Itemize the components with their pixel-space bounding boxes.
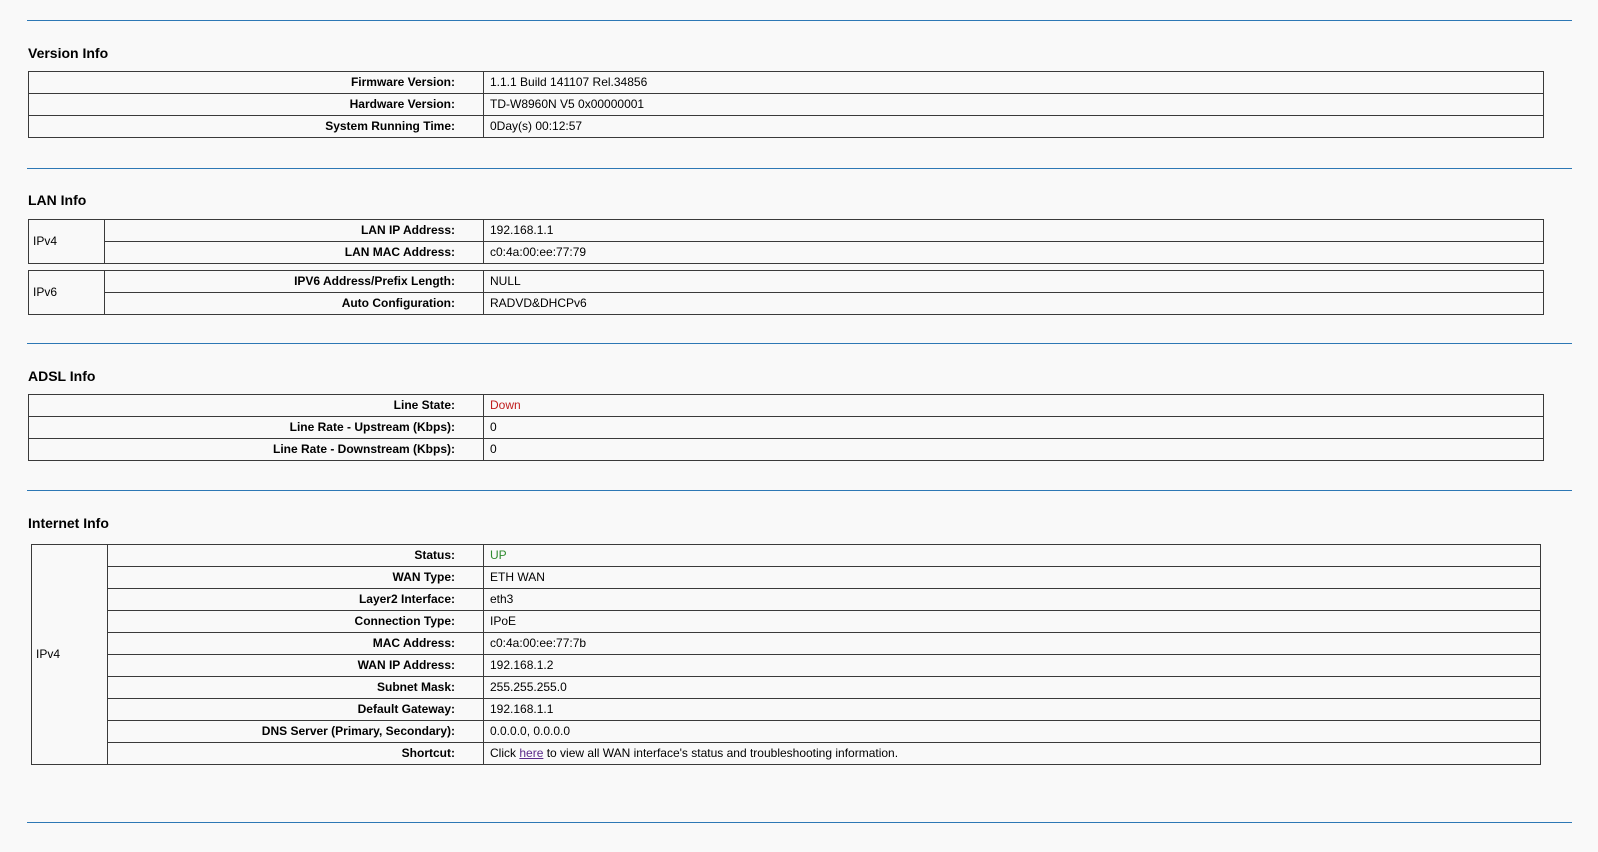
internet-ipv4-group-label: IPv4	[31, 544, 108, 765]
system-running-time-value: 0Day(s) 00:12:57	[483, 115, 1544, 138]
table-row: Firmware Version: 1.1.1 Build 141107 Rel…	[28, 71, 1544, 94]
auto-configuration-value: RADVD&DHCPv6	[483, 292, 1544, 315]
section-divider	[27, 490, 1572, 491]
table-row: System Running Time: 0Day(s) 00:12:57	[28, 115, 1544, 138]
firmware-version-label: Firmware Version:	[28, 71, 484, 94]
status-label: Status:	[107, 544, 484, 567]
shortcut-label: Shortcut:	[107, 742, 484, 765]
dns-server-label: DNS Server (Primary, Secondary):	[107, 720, 484, 743]
section-divider	[27, 20, 1572, 21]
table-row: Line Rate - Upstream (Kbps): 0	[28, 416, 1544, 439]
table-row: Subnet Mask: 255.255.255.0	[32, 676, 1541, 699]
lan-info-title: LAN Info	[28, 192, 87, 208]
table-row: Line State: Down	[28, 394, 1544, 417]
table-row: Line Rate - Downstream (Kbps): 0	[28, 438, 1544, 461]
table-row: IPv4 LAN IP Address: 192.168.1.1	[28, 219, 1544, 264]
subnet-mask-value: 255.255.255.0	[483, 676, 1541, 699]
table-row: Connection Type: IPoE	[32, 610, 1541, 633]
lan-ipv4-group-label: IPv4	[28, 219, 105, 264]
hardware-version-label: Hardware Version:	[28, 93, 484, 116]
lan-ipv6-group-label: IPv6	[28, 270, 105, 315]
dns-server-value: 0.0.0.0, 0.0.0.0	[483, 720, 1541, 743]
section-divider	[27, 343, 1572, 344]
default-gateway-value: 192.168.1.1	[483, 698, 1541, 721]
section-divider	[27, 822, 1572, 823]
table-row: Hardware Version: TD-W8960N V5 0x0000000…	[28, 93, 1544, 116]
default-gateway-label: Default Gateway:	[107, 698, 484, 721]
table-row: IPv4 Status: UP	[31, 544, 1541, 765]
line-rate-downstream-label: Line Rate - Downstream (Kbps):	[28, 438, 484, 461]
line-state-value: Down	[483, 394, 1544, 417]
connection-type-label: Connection Type:	[107, 610, 484, 633]
system-running-time-label: System Running Time:	[28, 115, 484, 138]
table-row: Default Gateway: 192.168.1.1	[32, 698, 1541, 721]
adsl-info-table: Line State: Down Line Rate - Upstream (K…	[28, 394, 1544, 461]
lan-ip-address-value: 192.168.1.1	[483, 219, 1544, 242]
table-row: Layer2 Interface: eth3	[32, 588, 1541, 611]
internet-info-table: IPv4 Status: UP WAN Type: ETH WAN Layer2…	[31, 544, 1541, 765]
mac-address-value: c0:4a:00:ee:77:7b	[483, 632, 1541, 655]
auto-configuration-label: Auto Configuration:	[104, 292, 484, 315]
firmware-version-value: 1.1.1 Build 141107 Rel.34856	[483, 71, 1544, 94]
internet-info-title: Internet Info	[28, 515, 109, 531]
layer2-interface-value: eth3	[483, 588, 1541, 611]
adsl-info-title: ADSL Info	[28, 368, 96, 384]
table-row: Shortcut: Click here to view all WAN int…	[32, 742, 1541, 765]
line-rate-upstream-label: Line Rate - Upstream (Kbps):	[28, 416, 484, 439]
version-info-title: Version Info	[28, 45, 109, 61]
ipv6-prefix-length-label: IPV6 Address/Prefix Length:	[104, 270, 484, 293]
version-info-table: Firmware Version: 1.1.1 Build 141107 Rel…	[28, 71, 1544, 138]
hardware-version-value: TD-W8960N V5 0x00000001	[483, 93, 1544, 116]
layer2-interface-label: Layer2 Interface:	[107, 588, 484, 611]
lan-mac-address-label: LAN MAC Address:	[104, 241, 484, 264]
line-rate-upstream-value: 0	[483, 416, 1544, 439]
wan-ip-address-value: 192.168.1.2	[483, 654, 1541, 677]
table-row: LAN MAC Address: c0:4a:00:ee:77:79	[29, 241, 1544, 264]
status-value: UP	[483, 544, 1541, 567]
table-row: WAN Type: ETH WAN	[32, 566, 1541, 589]
lan-ipv4-table: IPv4 LAN IP Address: 192.168.1.1 LAN MAC…	[28, 219, 1544, 264]
lan-mac-address-value: c0:4a:00:ee:77:79	[483, 241, 1544, 264]
shortcut-text-after: to view all WAN interface's status and t…	[543, 746, 899, 760]
wan-type-value: ETH WAN	[483, 566, 1541, 589]
table-row: MAC Address: c0:4a:00:ee:77:7b	[32, 632, 1541, 655]
mac-address-label: MAC Address:	[107, 632, 484, 655]
connection-type-value: IPoE	[483, 610, 1541, 633]
here-link[interactable]: here	[519, 746, 543, 760]
wan-type-label: WAN Type:	[107, 566, 484, 589]
table-row: WAN IP Address: 192.168.1.2	[32, 654, 1541, 677]
wan-ip-address-label: WAN IP Address:	[107, 654, 484, 677]
shortcut-text-before: Click	[490, 746, 520, 760]
line-rate-downstream-value: 0	[483, 438, 1544, 461]
lan-ip-address-label: LAN IP Address:	[104, 219, 484, 242]
section-divider	[27, 168, 1572, 169]
lan-ipv6-table: IPv6 IPV6 Address/Prefix Length: NULL Au…	[28, 270, 1544, 315]
table-row: DNS Server (Primary, Secondary): 0.0.0.0…	[32, 720, 1541, 743]
ipv6-prefix-length-value: NULL	[483, 270, 1544, 293]
table-row: Auto Configuration: RADVD&DHCPv6	[29, 292, 1544, 315]
line-state-label: Line State:	[28, 394, 484, 417]
shortcut-value: Click here to view all WAN interface's s…	[483, 742, 1541, 765]
subnet-mask-label: Subnet Mask:	[107, 676, 484, 699]
table-row: IPv6 IPV6 Address/Prefix Length: NULL	[28, 270, 1544, 315]
